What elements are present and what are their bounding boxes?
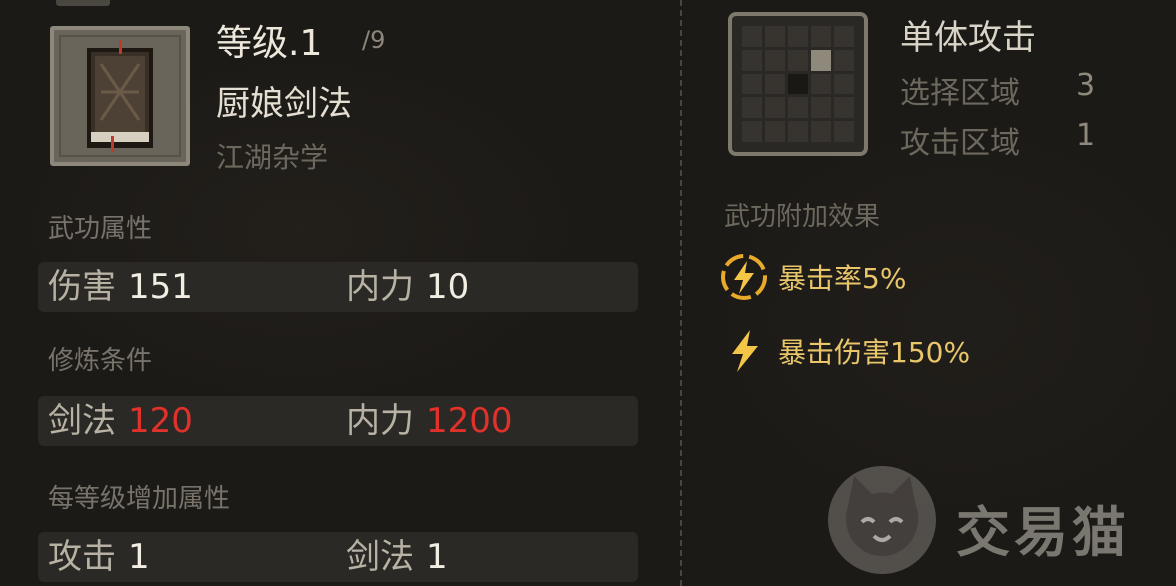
- range-cell: [834, 121, 854, 142]
- top-tab-edge: [56, 0, 110, 6]
- range-cell: [811, 49, 831, 71]
- attributes-label: 武功属性: [48, 214, 153, 244]
- range-cell: [765, 49, 785, 71]
- per-level-value: 1: [128, 537, 150, 577]
- watermark-text: 交易猫: [956, 501, 1130, 564]
- range-cell: [742, 26, 762, 47]
- select-area-label: 选择区域: [900, 76, 1020, 111]
- attribute-value: 10: [426, 267, 470, 307]
- effects-label: 武功附加效果: [724, 202, 881, 232]
- range-cell: [742, 97, 762, 119]
- range-cell: [811, 26, 831, 47]
- cat-logo-icon: [824, 462, 940, 578]
- range-cell: [765, 73, 785, 95]
- range-cell: [811, 97, 831, 119]
- per-level-key: 攻击: [48, 537, 116, 577]
- range-cell: [788, 26, 808, 47]
- lightning-icon: [718, 326, 770, 376]
- skill-book-slot: [50, 26, 190, 166]
- attribute-key: 内力: [346, 267, 414, 307]
- requirement-key: 剑法: [48, 401, 116, 441]
- range-cell: [788, 49, 808, 71]
- attribute-internal: 内力 10: [346, 262, 469, 312]
- skill-level-max: /9: [362, 26, 386, 54]
- skill-name: 厨娘剑法: [216, 84, 352, 124]
- range-cell: [834, 26, 854, 47]
- requirement-value: 1200: [426, 401, 513, 441]
- range-cell: [834, 97, 854, 119]
- range-cell: [742, 121, 762, 142]
- effect-crit-damage: 暴击伤害150%: [718, 326, 970, 376]
- per-level-key: 剑法: [346, 537, 414, 577]
- range-cell: [742, 73, 762, 95]
- range-cell: [788, 121, 808, 142]
- skill-level: 等级.1: [216, 23, 323, 64]
- per-level-label: 每等级增加属性: [48, 484, 231, 514]
- requirements-row: 剑法 120 内力 1200: [38, 396, 638, 446]
- range-grid: [742, 26, 854, 142]
- range-cell: [788, 97, 808, 119]
- attack-type: 单体攻击: [900, 18, 1036, 58]
- range-cell: [742, 49, 762, 71]
- attribute-value: 151: [128, 267, 193, 307]
- select-area-value: 3: [1076, 68, 1096, 103]
- range-cell: [811, 73, 831, 95]
- per-level-sword: 剑法 1: [346, 532, 448, 582]
- attack-area-value: 1: [1076, 118, 1096, 153]
- requirement-key: 内力: [346, 401, 414, 441]
- skill-category: 江湖杂学: [216, 141, 329, 174]
- range-cell: [765, 97, 785, 119]
- lightning-ring-icon: [718, 252, 770, 302]
- attribute-damage: 伤害 151: [48, 262, 193, 312]
- attack-range-grid: [728, 12, 868, 156]
- requirement-internal: 内力 1200: [346, 396, 513, 446]
- range-cell: [765, 121, 785, 142]
- book-icon: [87, 40, 153, 152]
- attributes-row: 伤害 151 内力 10: [38, 262, 638, 312]
- range-cell: [788, 73, 808, 95]
- per-level-attack: 攻击 1: [48, 532, 150, 582]
- range-cell: [765, 26, 785, 47]
- range-cell: [834, 49, 854, 71]
- panel-divider: [680, 0, 682, 586]
- per-level-row: 攻击 1 剑法 1: [38, 532, 638, 582]
- range-cell: [811, 121, 831, 142]
- requirements-label: 修炼条件: [48, 346, 153, 376]
- requirement-sword: 剑法 120: [48, 396, 193, 446]
- attack-area-label: 攻击区域: [900, 126, 1020, 161]
- requirement-value: 120: [128, 401, 193, 441]
- effect-text: 暴击伤害150%: [778, 336, 971, 369]
- effect-text: 暴击率5%: [778, 262, 907, 295]
- per-level-value: 1: [426, 537, 448, 577]
- range-cell: [834, 73, 854, 95]
- attribute-key: 伤害: [48, 267, 116, 307]
- effect-crit-rate: 暴击率5%: [718, 252, 906, 302]
